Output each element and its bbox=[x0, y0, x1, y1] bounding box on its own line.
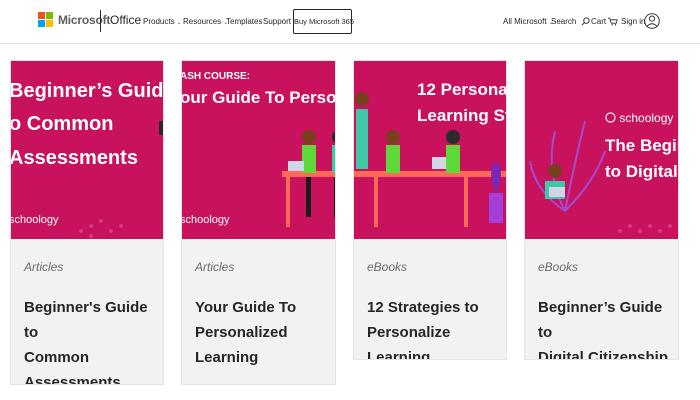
card-category: Articles bbox=[195, 260, 235, 274]
header-divider bbox=[100, 10, 101, 32]
schoology-wordmark: schoology bbox=[11, 214, 59, 226]
card-title[interactable]: Beginner's Guide to Common Assessments bbox=[24, 295, 163, 385]
all-microsoft-label: All Microsoft bbox=[503, 17, 547, 26]
top-navigation-bar: Microsoft Office Products ⌄ Resources ⌄ Te… bbox=[0, 0, 700, 44]
search-label: Search bbox=[551, 17, 577, 26]
card-title-line: Digital Citizenship bbox=[538, 349, 669, 360]
image-headline-line: our Guide To Personalized Le bbox=[182, 88, 336, 107]
image-headline-line: The Beginner’s bbox=[605, 136, 678, 155]
card-title-line: Beginner's Guide to bbox=[24, 299, 148, 341]
schoology-s-icon bbox=[605, 112, 616, 123]
card-title[interactable]: Your Guide To Personalized Learning bbox=[195, 295, 296, 370]
card-title-line: Common bbox=[24, 349, 89, 366]
schoology-logo: ​schoology bbox=[182, 214, 230, 226]
schoology-wordmark: schoology bbox=[619, 111, 674, 125]
nav-support[interactable]: Support bbox=[263, 17, 291, 26]
product-name[interactable]: Office bbox=[110, 13, 141, 27]
card-category: Articles bbox=[24, 260, 64, 274]
schoology-wordmark: schoology bbox=[182, 214, 230, 226]
nav-products[interactable]: Products ⌄ bbox=[143, 17, 182, 26]
search-button[interactable]: Search bbox=[551, 17, 590, 26]
image-headline-line: 12 Personaliz bbox=[417, 80, 507, 99]
card-image: schoology The Beginner’s to Digital Citi… bbox=[525, 61, 678, 239]
card-title-line: 12 Strategies to bbox=[367, 299, 479, 316]
cart-label: Cart bbox=[591, 17, 607, 26]
card-category: eBooks bbox=[367, 260, 408, 274]
image-headline-line: Learning Stra bbox=[417, 106, 506, 125]
image-headline-line: o Common bbox=[11, 113, 114, 135]
buy-microsoft-365-button[interactable]: Buy Microsoft 365 bbox=[293, 9, 354, 34]
nav-resources-label: Resources bbox=[183, 17, 222, 26]
chevron-down-icon: ⌄ bbox=[176, 20, 182, 26]
card-image: ASH COURSE: our Guide To Personalized Le… bbox=[182, 61, 336, 239]
cart-icon bbox=[608, 18, 619, 26]
nav-products-label: Products bbox=[143, 17, 175, 26]
card-category: eBooks bbox=[538, 260, 579, 274]
search-icon bbox=[581, 17, 590, 26]
all-microsoft-menu[interactable]: All Microsoft ⌄ bbox=[503, 17, 554, 26]
resource-card[interactable]: 12 Personaliz Learning Stra eBooks 12 St… bbox=[353, 60, 507, 360]
nav-resources[interactable]: Resources ⌄ bbox=[183, 17, 228, 26]
image-headline-line: Assessments bbox=[11, 147, 138, 169]
cart-button[interactable]: Cart bbox=[591, 17, 619, 26]
card-title-line: Personalized bbox=[195, 324, 288, 341]
card-title[interactable]: 12 Strategies to Personalize Learning bbox=[367, 295, 506, 360]
image-kicker: ASH COURSE: bbox=[182, 71, 251, 82]
card-image: 12 Personaliz Learning Stra bbox=[354, 61, 507, 239]
card-image: Beginner’s Guide o Common Assessments ​s… bbox=[11, 61, 164, 239]
image-headline-line: to Digital Citiz bbox=[605, 162, 678, 181]
card-title-line: Beginner’s Guide to bbox=[538, 299, 663, 341]
card-title-line: Learning bbox=[195, 349, 259, 366]
resource-card[interactable]: Beginner’s Guide o Common Assessments ​s… bbox=[10, 60, 164, 385]
user-avatar-icon[interactable] bbox=[644, 11, 660, 31]
card-title-line: Your Guide To bbox=[195, 299, 297, 316]
resource-card[interactable]: ASH COURSE: our Guide To Personalized Le… bbox=[181, 60, 336, 385]
schoology-logo: schoology bbox=[605, 111, 673, 125]
schoology-logo: ​schoology bbox=[11, 214, 59, 226]
card-title-line: Assessments bbox=[24, 374, 121, 385]
resource-card[interactable]: schoology The Beginner’s to Digital Citi… bbox=[524, 60, 679, 360]
image-headline-line: Beginner’s Guide bbox=[11, 80, 164, 102]
nav-templates[interactable]: Templates bbox=[226, 17, 262, 26]
card-title[interactable]: Beginner’s Guide to Digital Citizenship bbox=[538, 295, 678, 360]
brand-name[interactable]: Microsoft bbox=[58, 13, 110, 27]
microsoft-logo-icon[interactable] bbox=[38, 12, 54, 28]
sign-in-link[interactable]: Sign in bbox=[621, 17, 645, 26]
card-title-line: Personalize Learning bbox=[367, 324, 451, 360]
